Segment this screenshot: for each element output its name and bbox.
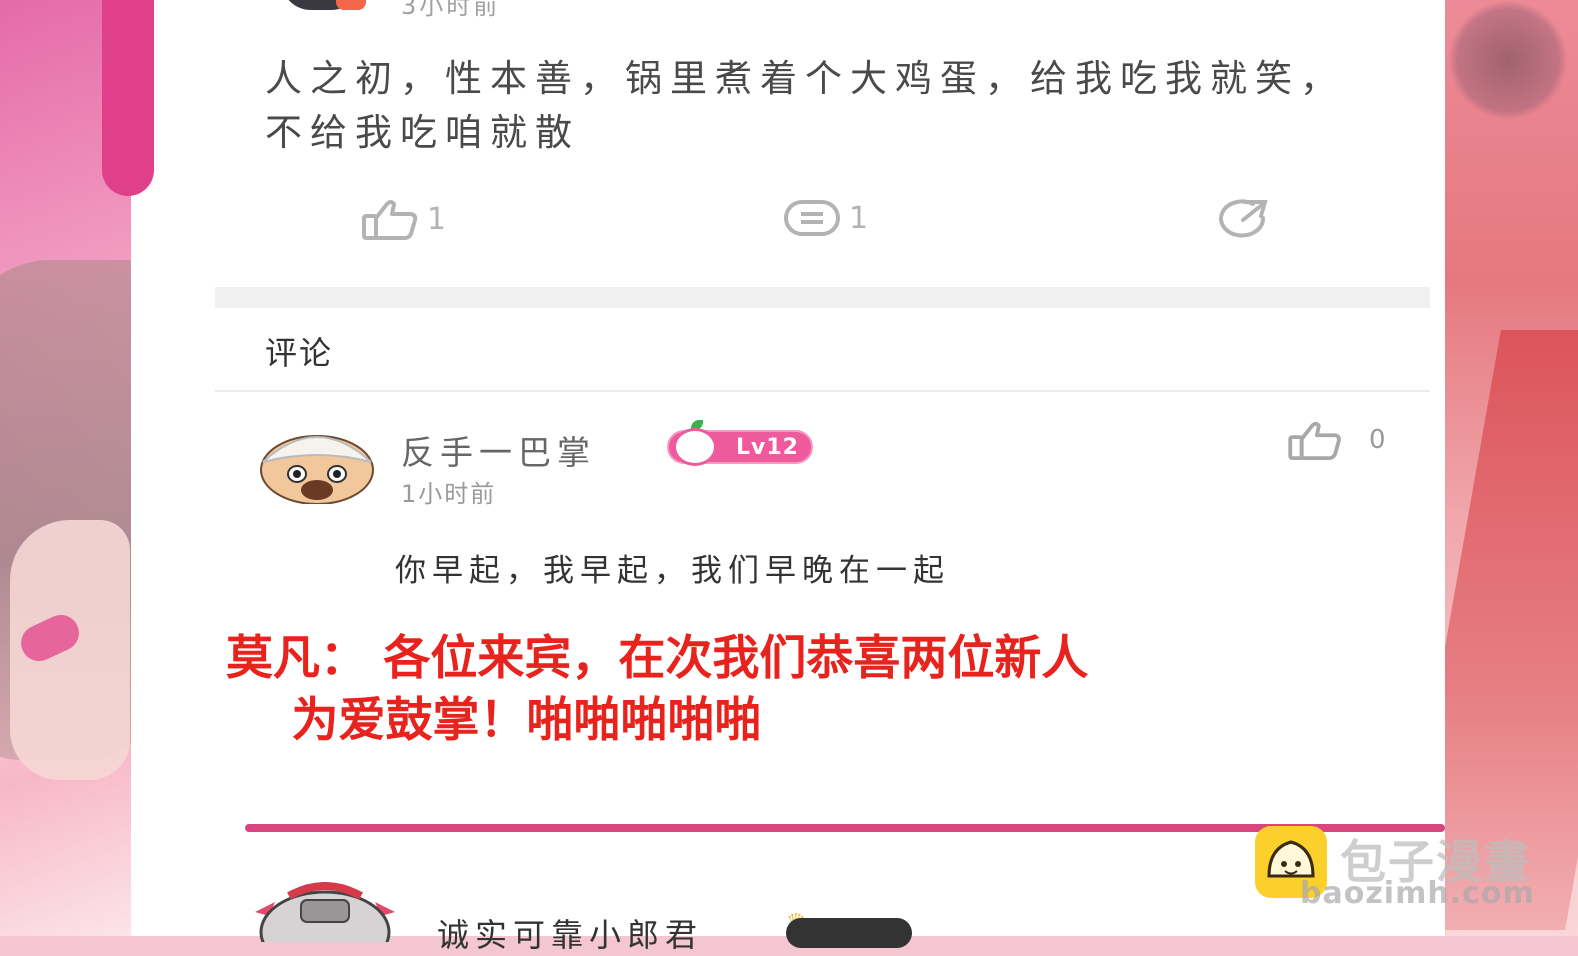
phone-screen-panel: 3小时前 人之初，性本善，锅里煮着个大鸡蛋，给我吃我就笑，不给我吃咱就散 1 1…: [131, 0, 1445, 954]
commenter-name[interactable]: 反手一巴掌: [401, 426, 596, 474]
comment-like-count: 0: [1369, 425, 1386, 455]
watermark-url: baozimh.com: [1300, 876, 1535, 911]
comment-time: 1小时前: [401, 480, 497, 508]
section-divider: [215, 287, 1430, 308]
share-icon: [1219, 199, 1268, 238]
pink-accent-bar: [102, 0, 154, 196]
background-art-right: [1442, 0, 1578, 936]
peach-face-icon: [673, 428, 717, 466]
thumbs-up-icon: [1288, 421, 1341, 460]
overlay-line-1: 莫凡： 各位来宾，在次我们恭喜两位新人: [226, 631, 1089, 686]
next-commenter-badge: [786, 918, 912, 948]
post-like-count: 1: [427, 201, 447, 237]
next-commenter-avatar[interactable]: [245, 882, 405, 942]
next-commenter-name[interactable]: 诚实可靠小郎君: [437, 910, 703, 956]
level-label: Lv12: [736, 434, 799, 460]
level-badge: Lv12: [667, 420, 813, 466]
heading-divider: [215, 390, 1430, 392]
post-like-button[interactable]: 1: [361, 198, 446, 240]
comment-icon: [784, 200, 840, 236]
post-author-badge: [336, 0, 366, 10]
post-comment-count: 1: [849, 200, 869, 236]
thumbs-up-icon: [362, 200, 418, 240]
comment-body: 你早起，我早起，我们早晚在一起: [395, 553, 950, 589]
post-share-button[interactable]: [1215, 198, 1273, 240]
shadow-art: [1448, 0, 1568, 120]
comments-heading: 评论: [265, 334, 334, 372]
overlay-caption: 莫凡： 各位来宾，在次我们恭喜两位新人 为爱鼓掌！啪啪啪啪啪: [226, 628, 1088, 752]
comment-like-button[interactable]: 0: [1287, 420, 1386, 460]
post-comment-button[interactable]: 1: [783, 198, 868, 238]
post-time: 3小时前: [401, 0, 501, 20]
overlay-line-2: 为爱鼓掌！啪啪啪啪啪: [226, 693, 762, 748]
commenter-avatar[interactable]: [259, 426, 375, 504]
post-body: 人之初，性本善，锅里煮着个大鸡蛋，给我吃我就笑，不给我吃咱就散: [265, 57, 1345, 154]
